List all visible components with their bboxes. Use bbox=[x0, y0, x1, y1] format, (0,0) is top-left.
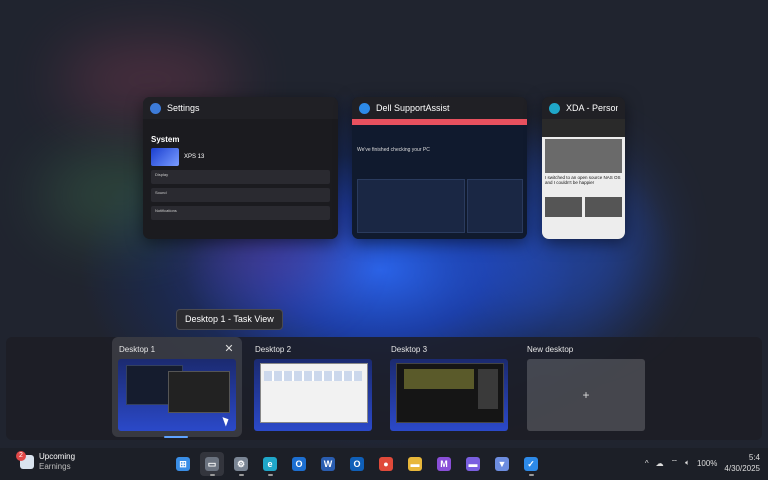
mail-app-icon: M bbox=[437, 457, 451, 471]
taskbar: 2 Upcoming Earnings ⊞ ▭ ⚙ e O W O ● ▬ M ▬ ▼ ✓ ^ ☁ ⌔ … bbox=[0, 448, 768, 480]
vpn-icon: ▼ bbox=[495, 457, 509, 471]
window-xda-edge[interactable]: XDA - Personal... I switched to an open … bbox=[542, 97, 625, 239]
desktop-label: Desktop 1 bbox=[119, 345, 156, 354]
chrome-icon: ● bbox=[379, 457, 393, 471]
settings-row: Notifications bbox=[151, 206, 330, 220]
window-title-bar[interactable]: Dell SupportAssist bbox=[352, 97, 527, 119]
weather-widget[interactable]: 2 Upcoming Earnings bbox=[16, 451, 76, 472]
settings-row: Display bbox=[151, 170, 330, 184]
start-icon: ⊞ bbox=[176, 457, 190, 471]
clock[interactable]: 5:4 4/30/2025 bbox=[724, 452, 760, 474]
taskbar-app-settings[interactable]: ⚙ bbox=[229, 452, 253, 476]
outlook-classic-icon: O bbox=[350, 457, 364, 471]
edge-icon bbox=[549, 102, 560, 114]
clock-time: 5:4 bbox=[748, 453, 760, 462]
preview-message: We've finished checking your PC bbox=[357, 147, 430, 153]
desktop-label: Desktop 2 bbox=[255, 345, 292, 354]
plus-icon: + bbox=[582, 388, 590, 402]
outlook-icon: O bbox=[292, 457, 306, 471]
task-view-icon: ▭ bbox=[205, 457, 219, 471]
wifi-icon[interactable]: ⌔ bbox=[671, 458, 679, 468]
taskbar-app-mail-app[interactable]: M bbox=[432, 452, 456, 476]
taskbar-app-vpn[interactable]: ▼ bbox=[490, 452, 514, 476]
settings-row: Sound bbox=[151, 188, 330, 202]
system-tray: ^ ☁ ⌔ 🔈︎ 100% 5:4 4/30/2025 bbox=[645, 452, 760, 474]
taskbar-app-files[interactable]: ▬ bbox=[461, 452, 485, 476]
notification-badge: 2 bbox=[16, 451, 26, 461]
taskbar-app-file-explorer[interactable]: ▬ bbox=[403, 452, 427, 476]
taskbar-app-outlook-classic[interactable]: O bbox=[345, 452, 369, 476]
supportassist-icon bbox=[359, 102, 370, 114]
window-preview[interactable]: System XPS 13 Display Sound Notification… bbox=[143, 119, 338, 239]
window-title: Settings bbox=[167, 103, 200, 113]
device-image bbox=[151, 148, 179, 166]
gear-icon bbox=[150, 102, 161, 114]
taskbar-app-task-view[interactable]: ▭ bbox=[200, 452, 224, 476]
clock-date: 4/30/2025 bbox=[724, 464, 760, 473]
desktop-3[interactable]: Desktop 3 bbox=[384, 337, 514, 437]
device-name: XPS 13 bbox=[184, 154, 205, 160]
widget-title: Upcoming bbox=[39, 452, 76, 461]
calendar-icon: 2 bbox=[16, 451, 34, 469]
article-thumb bbox=[585, 197, 622, 217]
desktop-thumbnail[interactable] bbox=[118, 359, 236, 431]
preview-heading: System bbox=[151, 135, 180, 144]
desktop-thumbnail[interactable] bbox=[254, 359, 372, 431]
running-indicator bbox=[209, 474, 215, 476]
running-indicator bbox=[267, 474, 273, 476]
window-title: Dell SupportAssist bbox=[376, 103, 450, 113]
new-desktop-label: New desktop bbox=[527, 345, 574, 354]
desktop-2[interactable]: Desktop 2 bbox=[248, 337, 378, 437]
cloud-icon[interactable]: ☁ bbox=[656, 459, 664, 468]
scan-panel bbox=[357, 179, 465, 233]
close-icon[interactable]: ✕ bbox=[222, 342, 236, 355]
window-title-bar[interactable]: XDA - Personal... bbox=[542, 97, 625, 119]
window-preview[interactable]: We've finished checking your PC bbox=[352, 119, 527, 239]
chevron-up-icon[interactable]: ^ bbox=[645, 459, 649, 468]
files-icon: ▬ bbox=[466, 457, 480, 471]
window-title: XDA - Personal... bbox=[566, 103, 618, 113]
volume-icon[interactable]: 🔈︎ bbox=[685, 458, 690, 468]
taskbar-app-edge[interactable]: e bbox=[258, 452, 282, 476]
window-settings[interactable]: Settings System XPS 13 Display Sound Not… bbox=[143, 97, 338, 239]
virtual-desktops-bar: Desktop 1 ✕ Desktop 2 Desktop 3 New desk… bbox=[6, 337, 762, 440]
article-image bbox=[545, 139, 622, 173]
active-desktop-indicator bbox=[164, 436, 188, 438]
browser-toolbar bbox=[542, 119, 625, 137]
widget-subtitle: Earnings bbox=[39, 462, 71, 471]
tooltip: Desktop 1 - Task View bbox=[176, 309, 283, 330]
taskbar-app-outlook[interactable]: O bbox=[287, 452, 311, 476]
desktop-thumbnail[interactable] bbox=[390, 359, 508, 431]
new-desktop-button[interactable]: + bbox=[527, 359, 645, 431]
running-indicator bbox=[528, 474, 534, 476]
edge-icon: e bbox=[263, 457, 277, 471]
device-card: XPS 13 bbox=[151, 148, 330, 166]
desktop-1[interactable]: Desktop 1 ✕ bbox=[112, 337, 242, 437]
taskbar-app-start[interactable]: ⊞ bbox=[171, 452, 195, 476]
desktop-label: Desktop 3 bbox=[391, 345, 428, 354]
article-headline: I switched to an open source NAS OS and … bbox=[545, 175, 621, 185]
window-title-bar[interactable]: Settings bbox=[143, 97, 338, 119]
window-dell-supportassist[interactable]: Dell SupportAssist We've finished checki… bbox=[352, 97, 527, 239]
taskbar-app-chrome[interactable]: ● bbox=[374, 452, 398, 476]
running-indicator bbox=[238, 474, 244, 476]
taskbar-app-supportassist[interactable]: ✓ bbox=[519, 452, 543, 476]
results-panel bbox=[467, 179, 523, 233]
supportassist-icon: ✓ bbox=[524, 457, 538, 471]
alert-bar bbox=[352, 119, 527, 125]
battery-label[interactable]: 100% bbox=[697, 459, 717, 468]
taskbar-apps: ⊞ ▭ ⚙ e O W O ● ▬ M ▬ ▼ ✓ bbox=[171, 452, 543, 476]
settings-icon: ⚙ bbox=[234, 457, 248, 471]
window-preview[interactable]: I switched to an open source NAS OS and … bbox=[542, 119, 625, 239]
taskbar-app-word[interactable]: W bbox=[316, 452, 340, 476]
article-thumb bbox=[545, 197, 582, 217]
file-explorer-icon: ▬ bbox=[408, 457, 422, 471]
word-icon: W bbox=[321, 457, 335, 471]
